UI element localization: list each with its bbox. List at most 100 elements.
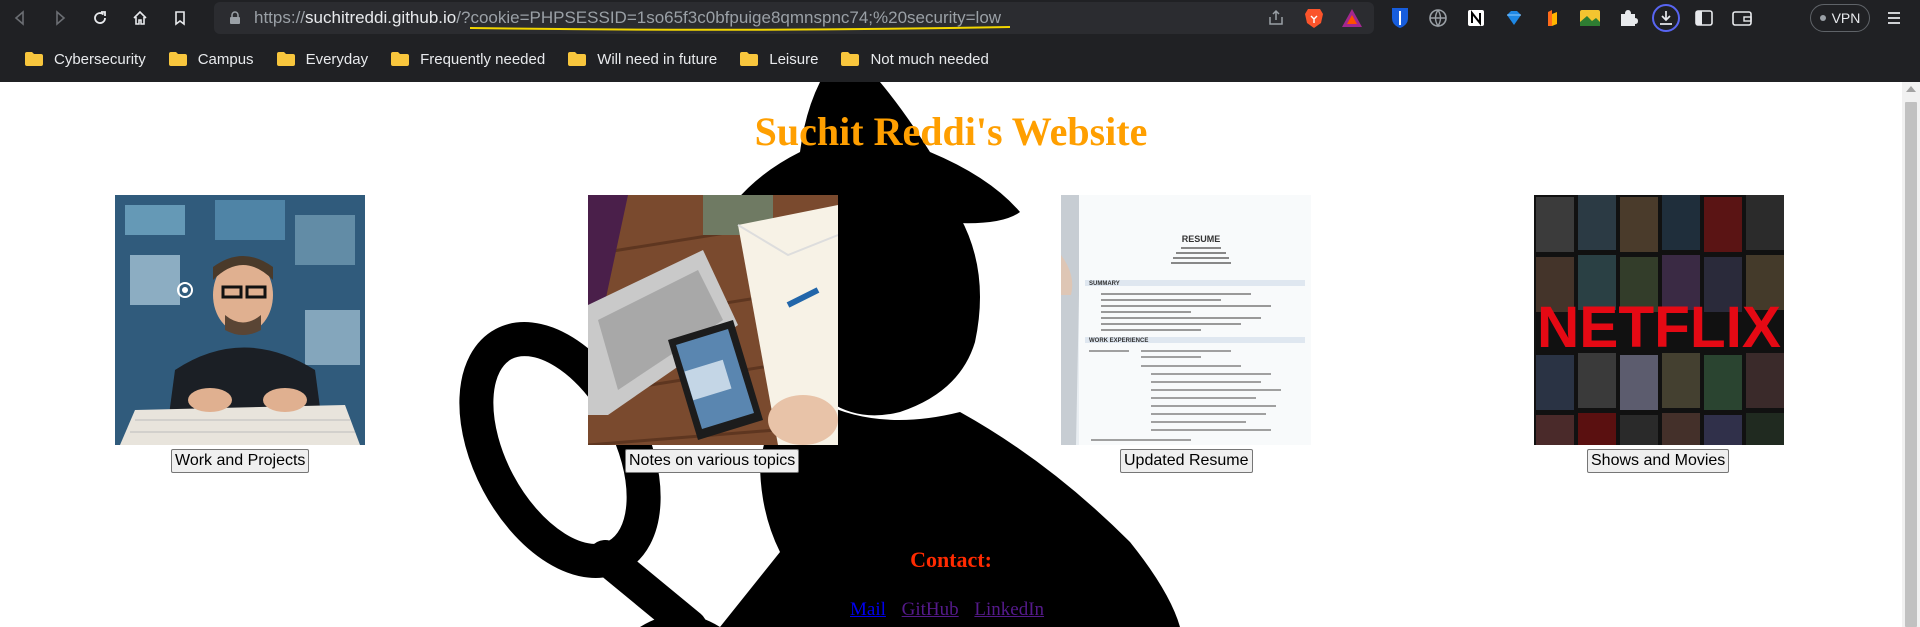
extension-5[interactable] [1538,4,1566,32]
notion-icon [1468,10,1484,26]
bookmark-label: Frequently needed [420,50,546,68]
url-host: suchitreddi.github.io [305,8,457,27]
scrollbar-thumb[interactable] [1905,102,1917,627]
mail-link[interactable]: Mail [850,599,886,620]
browser-toolbar: https://suchitreddi.github.io/?cookie=PH… [0,0,1920,36]
sidebar-icon [1695,10,1713,26]
folder-icon [391,52,410,66]
hamburger-menu-icon [1888,12,1900,24]
shows-movies-button[interactable]: Shows and Movies [1587,449,1730,473]
bitwarden-icon [1392,8,1408,28]
url-query-text: cookie=PHPSESSID=1so65f3c0bfpuige8qmnspn… [470,8,1002,27]
resume-experience: WORK EXPERIENCE [1089,338,1148,344]
card-notes [588,195,838,445]
menu-button[interactable] [1880,4,1908,32]
folder-icon [568,52,587,66]
wallet-icon [1732,11,1752,26]
bookmark-folder-will-need-in-future[interactable]: Will need in future [559,44,725,74]
bookmark-folder-leisure[interactable]: Leisure [731,44,826,74]
extension-4[interactable] [1500,4,1528,32]
netflix-logo: NETFLIX [1537,295,1781,360]
bookmark-icon [175,11,185,26]
extension-2[interactable] [1424,4,1452,32]
folder-icon [168,52,187,66]
bookmark-label: Leisure [769,50,819,68]
url-path: /? [456,8,471,27]
bookmark-label: Not much needed [870,50,989,68]
arrow-right-icon [56,10,66,26]
page-scrollbar[interactable] [1902,82,1920,627]
share-icon [1269,9,1283,25]
work-projects-button[interactable]: Work and Projects [171,449,310,473]
lock-icon [230,11,240,24]
extensions-area [1386,0,1756,36]
vpn-label: VPN [1831,10,1861,26]
extensions-button[interactable] [1614,4,1642,32]
resume-image[interactable]: RESUME SUMMARY WORK EXPERIENCE [1061,195,1311,445]
arrow-left-icon [14,10,24,26]
bookmark-button[interactable] [160,0,200,36]
extension-6[interactable] [1576,4,1604,32]
contact-links: Mail GitHub LinkedIn [850,599,1055,621]
reload-button[interactable] [80,0,120,36]
brave-shields-button[interactable] [1302,6,1326,30]
netflix-image[interactable]: NETFLIX [1534,195,1784,445]
notes-image[interactable] [588,195,838,445]
gem-icon [1507,11,1521,25]
url-scheme: https:// [254,8,306,27]
puzzle-icon [1621,10,1638,26]
vpn-status-icon [1819,15,1826,21]
bookmark-folder-campus[interactable]: Campus [160,44,262,74]
bookmark-folder-frequently-needed[interactable]: Frequently needed [382,44,553,74]
vpn-button[interactable]: VPN [1810,4,1870,32]
rewards-triangle-icon [1342,9,1362,27]
globe-icon [1429,9,1447,28]
extension-1[interactable] [1386,4,1414,32]
github-link[interactable]: GitHub [902,599,959,620]
home-icon [133,10,147,25]
download-icon [1660,11,1672,25]
bookmark-folder-everyday[interactable]: Everyday [268,44,377,74]
url-query: cookie=PHPSESSID=1so65f3c0bfpuige8qmnspn… [470,8,1011,31]
address-bar[interactable]: https://suchitreddi.github.io/?cookie=PH… [214,2,1374,34]
hacker-image[interactable] [115,195,365,445]
card-resume: RESUME SUMMARY WORK EXPERIENCE [1061,195,1311,445]
bookmark-label: Will need in future [597,50,718,68]
folder-icon [841,52,860,66]
bookmark-label: Campus [197,50,254,68]
downloads-button[interactable] [1652,4,1680,32]
extension-3[interactable] [1462,4,1490,32]
bookmark-folder-not-much-needed[interactable]: Not much needed [832,44,996,74]
share-button[interactable] [1264,6,1288,30]
folder-icon [276,52,295,66]
resume-heading: RESUME [1182,234,1221,244]
resume-summary: SUMMARY [1089,281,1120,287]
bookmarks-bar: Cybersecurity Campus Everyday Frequently… [0,36,1920,82]
web-page: Suchit Reddi's Website Work and Projects… [0,82,1902,627]
url-text[interactable]: https://suchitreddi.github.io/?cookie=PH… [254,8,1011,31]
brave-lion-icon [1305,9,1323,28]
bookmark-folder-cybersecurity[interactable]: Cybersecurity [16,44,154,74]
highlight-underline [470,26,1011,31]
picture-icon [1580,10,1600,26]
back-button[interactable] [0,0,40,36]
reload-icon [94,11,106,24]
sidebar-button[interactable] [1690,4,1718,32]
linkedin-link[interactable]: LinkedIn [974,599,1044,620]
bookmark-label: Everyday [305,50,369,68]
page-title: Suchit Reddi's Website [754,109,1148,154]
contact-heading: Contact: [910,547,992,572]
folder-icon [25,52,43,66]
notes-button[interactable]: Notes on various topics [625,449,800,473]
scroll-up-arrow-icon[interactable] [1906,86,1916,92]
bookmark-label: Cybersecurity [54,50,146,68]
folder-icon [740,52,759,66]
flame-icon [1548,10,1557,26]
resume-button[interactable]: Updated Resume [1120,449,1253,473]
wallet-button[interactable] [1728,4,1756,32]
card-work-projects [115,195,365,445]
home-button[interactable] [120,0,160,36]
card-shows-movies: NETFLIX [1534,195,1784,445]
brave-rewards-button[interactable] [1340,6,1364,30]
forward-button[interactable] [40,0,80,36]
